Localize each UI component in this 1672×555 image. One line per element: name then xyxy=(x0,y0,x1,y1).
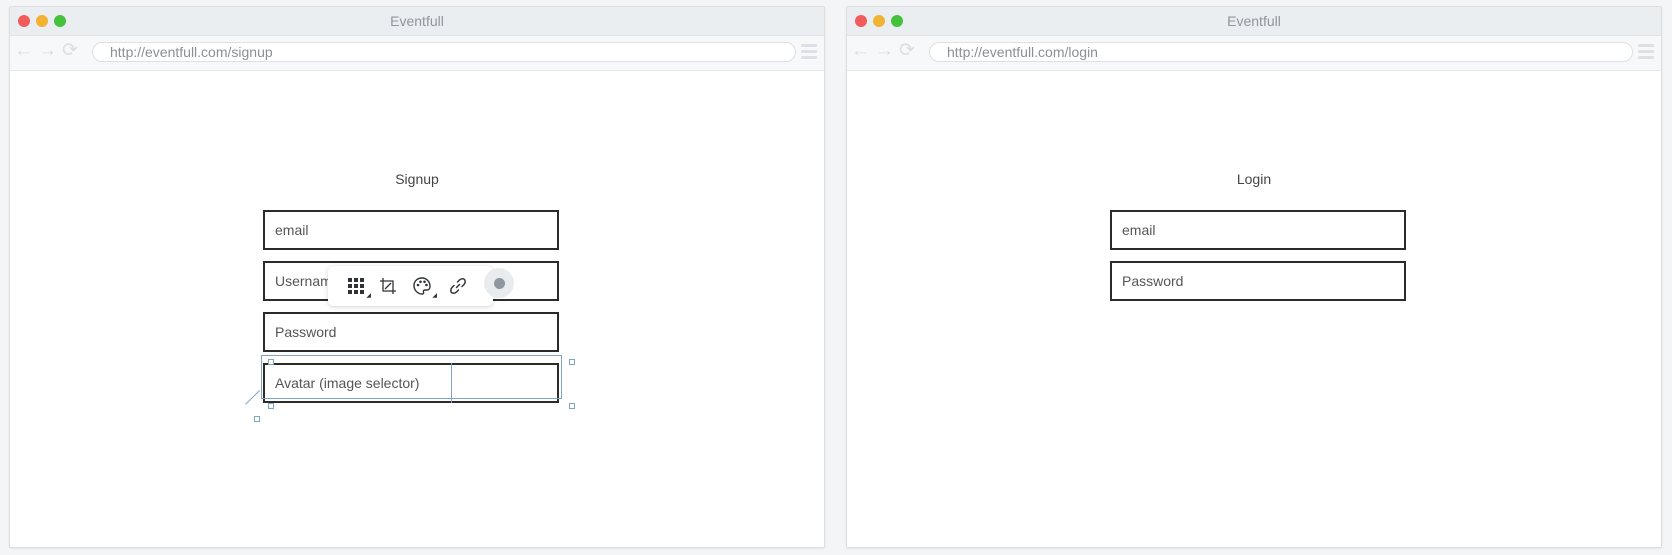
window-title: Eventfull xyxy=(1227,13,1281,29)
login-password-field[interactable]: Password xyxy=(1110,261,1406,301)
url-bar[interactable]: http://eventfull.com/login xyxy=(929,42,1633,62)
window-titlebar: Eventfull xyxy=(10,7,824,36)
palette-icon[interactable]: ◢ xyxy=(412,276,437,299)
signup-avatar-image-selector[interactable]: Avatar (image selector) xyxy=(263,363,559,403)
reload-icon[interactable]: ⟳ xyxy=(62,40,78,62)
window-title: Eventfull xyxy=(390,13,444,29)
login-heading: Login xyxy=(1236,171,1272,187)
browser-navbar: ← → ⟳ http://eventfull.com/signup xyxy=(10,36,824,71)
url-bar[interactable]: http://eventfull.com/signup xyxy=(92,42,796,62)
crop-icon[interactable] xyxy=(378,276,400,298)
forward-arrow-icon[interactable]: → xyxy=(875,40,894,62)
connector-endpoint-handle[interactable] xyxy=(254,416,260,422)
reload-icon[interactable]: ⟳ xyxy=(899,40,915,62)
floating-edit-toolbar: ◢ ◢ xyxy=(328,266,493,306)
link-icon[interactable] xyxy=(448,276,470,298)
browser-navbar: ← → ⟳ http://eventfull.com/login xyxy=(847,36,1661,71)
resize-handle-top-right[interactable] xyxy=(569,359,575,365)
resize-handle-top-left[interactable] xyxy=(268,359,274,365)
hamburger-menu-icon[interactable] xyxy=(801,44,817,62)
forward-arrow-icon[interactable]: → xyxy=(38,40,57,62)
signup-password-field[interactable]: Password xyxy=(263,312,559,352)
status-dot-icon[interactable] xyxy=(484,268,514,298)
login-email-field[interactable]: email xyxy=(1110,210,1406,250)
back-arrow-icon[interactable]: ← xyxy=(14,40,33,62)
back-arrow-icon[interactable]: ← xyxy=(851,40,870,62)
grid-dropdown-caret-icon: ◢ xyxy=(366,293,371,299)
window-titlebar: Eventfull xyxy=(847,7,1661,36)
avatar-selector-divider xyxy=(451,363,452,403)
resize-handle-bottom-right[interactable] xyxy=(569,403,575,409)
signup-email-field[interactable]: email xyxy=(263,210,559,250)
signup-heading: Signup xyxy=(395,171,439,187)
resize-handle-bottom-left[interactable] xyxy=(268,403,274,409)
hamburger-menu-icon[interactable] xyxy=(1638,44,1654,62)
avatar-selector-label: Avatar (image selector) xyxy=(275,375,420,391)
palette-dropdown-caret-icon: ◢ xyxy=(432,293,437,299)
grid-icon[interactable]: ◢ xyxy=(346,276,371,299)
